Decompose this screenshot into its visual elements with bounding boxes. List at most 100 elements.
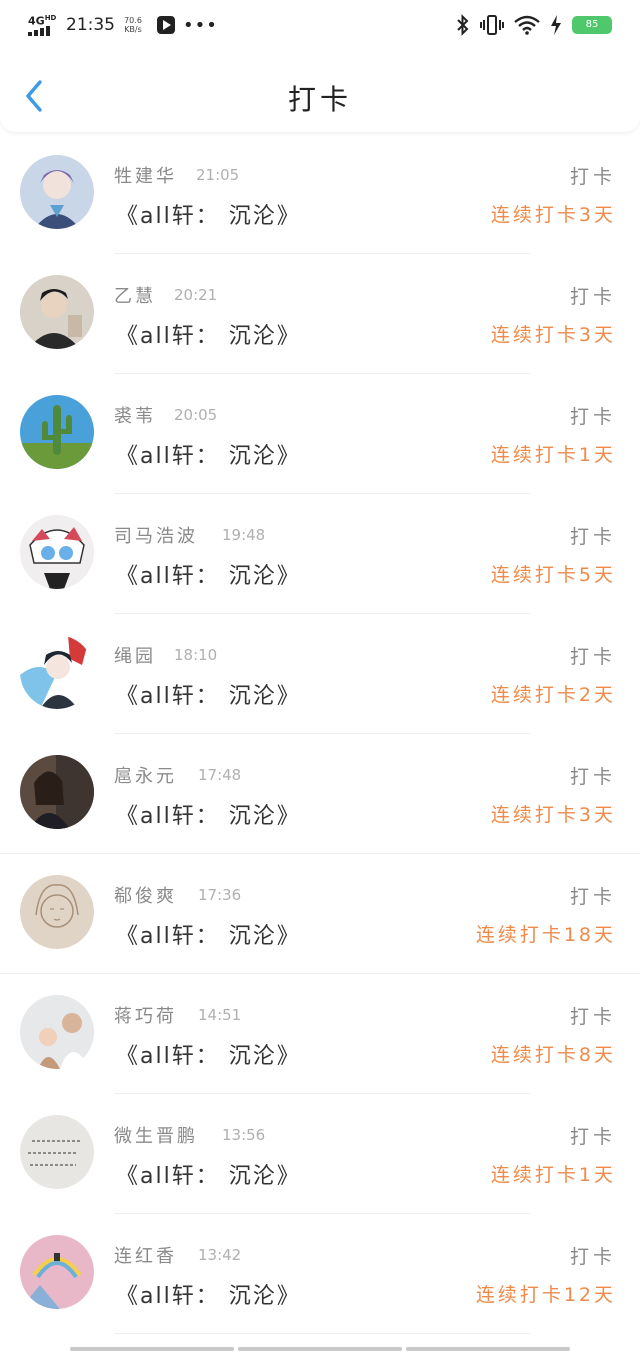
book-title[interactable]: 《all轩： 沉沦》: [116, 558, 301, 590]
avatar[interactable]: [20, 635, 94, 709]
checkin-list: 牲建华 21:05 《all轩： 沉沦》 打卡 连续打卡3天 乙慧 20:21 …: [0, 134, 640, 1334]
header: 打卡: [0, 50, 640, 132]
checkin-time: 13:42: [198, 1246, 242, 1264]
streak-text: 连续打卡3天: [490, 804, 616, 826]
checkin-label: 打卡: [569, 1126, 616, 1148]
checkin-label: 打卡: [569, 646, 616, 668]
checkin-time: 20:05: [174, 406, 218, 424]
avatar[interactable]: [20, 1235, 94, 1309]
book-title[interactable]: 《all轩： 沉沦》: [116, 798, 301, 830]
book-title[interactable]: 《all轩： 沉沦》: [116, 1278, 301, 1310]
wifi-icon: [514, 15, 540, 35]
avatar-image: [20, 1115, 94, 1189]
book-title[interactable]: 《all轩： 沉沦》: [116, 318, 301, 350]
checkin-row[interactable]: 郗俊爽 17:36 《all轩： 沉沦》 打卡 连续打卡18天: [0, 854, 640, 974]
streak-text: 连续打卡2天: [490, 684, 616, 706]
charging-icon: [551, 15, 561, 35]
avatar-image: [20, 1235, 94, 1309]
checkin-row[interactable]: 裘苇 20:05 《all轩： 沉沦》 打卡 连续打卡1天: [0, 374, 640, 494]
user-name[interactable]: 扈永元: [114, 762, 177, 788]
book-title[interactable]: 《all轩： 沉沦》: [116, 438, 301, 470]
network-speed: 70.6 KB/s: [123, 16, 143, 34]
checkin-time: 17:48: [198, 766, 242, 784]
avatar[interactable]: [20, 755, 94, 829]
checkin-label: 打卡: [569, 1246, 616, 1268]
checkin-row[interactable]: 扈永元 17:48 《all轩： 沉沦》 打卡 连续打卡3天: [0, 734, 640, 854]
book-title[interactable]: 《all轩： 沉沦》: [116, 1038, 301, 1070]
user-name[interactable]: 乙慧: [114, 282, 156, 308]
checkin-label: 打卡: [569, 886, 616, 908]
avatar-image: [20, 395, 94, 469]
streak-text: 连续打卡3天: [490, 324, 616, 346]
media-app-icon: [157, 16, 175, 34]
speed-unit: KB/s: [124, 25, 142, 34]
checkin-label: 打卡: [569, 766, 616, 788]
checkin-time: 19:48: [222, 526, 266, 544]
network-indicator: 4GHD: [28, 12, 58, 38]
checkin-time: 17:36: [198, 886, 242, 904]
checkin-label: 打卡: [569, 166, 616, 188]
status-left: 4GHD 21:35 70.6 KB/s •••: [28, 10, 218, 40]
avatar[interactable]: [20, 1115, 94, 1189]
user-name[interactable]: 牲建华: [114, 162, 177, 188]
book-title[interactable]: 《all轩： 沉沦》: [116, 198, 301, 230]
streak-text: 连续打卡5天: [490, 564, 616, 586]
status-bar: 4GHD 21:35 70.6 KB/s ••• 85: [0, 0, 640, 50]
more-notifications: •••: [183, 14, 218, 36]
streak-text: 连续打卡1天: [490, 444, 616, 466]
user-name[interactable]: 微生晋鹏: [114, 1122, 198, 1148]
battery-level: 85: [585, 19, 599, 30]
user-name[interactable]: 绳园: [114, 642, 156, 668]
scroll-indicator: [70, 1347, 570, 1351]
checkin-row[interactable]: 连红香 13:42 《all轩： 沉沦》 打卡 连续打卡12天: [0, 1214, 640, 1334]
divider: [114, 1333, 530, 1334]
checkin-time: 21:05: [196, 166, 240, 184]
user-name[interactable]: 蒋巧荷: [114, 1002, 177, 1028]
vibrate-icon: [480, 15, 504, 35]
user-name[interactable]: 司马浩波: [114, 522, 198, 548]
streak-text: 连续打卡8天: [490, 1044, 616, 1066]
checkin-row[interactable]: 蒋巧荷 14:51 《all轩： 沉沦》 打卡 连续打卡8天: [0, 974, 640, 1094]
checkin-label: 打卡: [569, 406, 616, 428]
status-right: 85: [456, 10, 612, 40]
avatar[interactable]: [20, 515, 94, 589]
avatar[interactable]: [20, 875, 94, 949]
user-name[interactable]: 郗俊爽: [114, 882, 177, 908]
checkin-time: 18:10: [174, 646, 218, 664]
streak-text: 连续打卡3天: [490, 204, 616, 226]
checkin-row[interactable]: 微生晋鹏 13:56 《all轩： 沉沦》 打卡 连续打卡1天: [0, 1094, 640, 1214]
speed-value: 70.6: [124, 16, 142, 25]
checkin-time: 20:21: [174, 286, 218, 304]
streak-text: 连续打卡12天: [475, 1284, 616, 1306]
book-title[interactable]: 《all轩： 沉沦》: [116, 1158, 301, 1190]
checkin-time: 13:56: [222, 1126, 266, 1144]
checkin-label: 打卡: [569, 286, 616, 308]
checkin-row[interactable]: 牲建华 21:05 《all轩： 沉沦》 打卡 连续打卡3天: [0, 134, 640, 254]
book-title[interactable]: 《all轩： 沉沦》: [116, 678, 301, 710]
avatar-image: [20, 155, 94, 229]
streak-text: 连续打卡1天: [490, 1164, 616, 1186]
book-title[interactable]: 《all轩： 沉沦》: [116, 918, 301, 950]
avatar-image: [20, 875, 94, 949]
streak-text: 连续打卡18天: [475, 924, 616, 946]
avatar-image: [20, 275, 94, 349]
page-title: 打卡: [287, 83, 352, 116]
avatar-image: [20, 515, 94, 589]
checkin-row[interactable]: 绳园 18:10 《all轩： 沉沦》 打卡 连续打卡2天: [0, 614, 640, 734]
network-sup: HD: [44, 14, 57, 22]
battery-icon: 85: [572, 16, 612, 34]
signal-bars-icon: [28, 26, 50, 36]
avatar[interactable]: [20, 155, 94, 229]
avatar[interactable]: [20, 275, 94, 349]
user-name[interactable]: 连红香: [114, 1242, 177, 1268]
checkin-row[interactable]: 司马浩波 19:48 《all轩： 沉沦》 打卡 连续打卡5天: [0, 494, 640, 614]
avatar-image: [20, 635, 94, 709]
avatar[interactable]: [20, 995, 94, 1069]
avatar-image: [20, 995, 94, 1069]
user-name[interactable]: 裘苇: [114, 402, 156, 428]
bluetooth-icon: [457, 14, 469, 36]
checkin-row[interactable]: 乙慧 20:21 《all轩： 沉沦》 打卡 连续打卡3天: [0, 254, 640, 374]
avatar[interactable]: [20, 395, 94, 469]
checkin-time: 14:51: [198, 1006, 242, 1024]
checkin-label: 打卡: [569, 526, 616, 548]
